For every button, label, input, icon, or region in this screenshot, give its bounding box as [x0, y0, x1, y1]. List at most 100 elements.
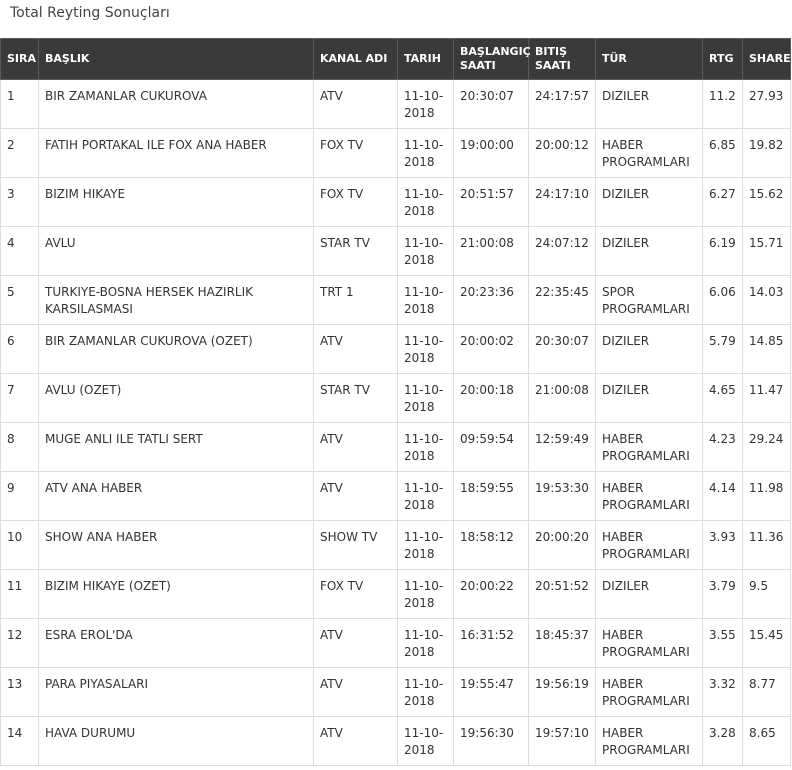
cell-channel: SHOW TV	[313, 520, 398, 570]
cell-rank: 6	[0, 324, 39, 374]
cell-start-time: 20:00:02	[453, 324, 529, 374]
cell-title: BIR ZAMANLAR CUKUROVA	[38, 79, 314, 129]
cell-date: 11-10-2018	[397, 716, 454, 766]
column-header-rtg[interactable]: RTG	[702, 38, 743, 80]
cell-share: 9.5	[742, 569, 791, 619]
cell-title: MUGE ANLI ILE TATLI SERT	[38, 422, 314, 472]
cell-genre: DIZILER	[595, 324, 703, 374]
cell-date: 11-10-2018	[397, 618, 454, 668]
cell-channel: ATV	[313, 422, 398, 472]
cell-title: AVLU	[38, 226, 314, 276]
cell-end-time: 21:00:08	[528, 373, 596, 423]
cell-channel: FOX TV	[313, 177, 398, 227]
table-row: 6 BIR ZAMANLAR CUKUROVA (OZET) ATV 11-10-20…	[0, 324, 791, 374]
cell-title: BIR ZAMANLAR CUKUROVA (OZET)	[38, 324, 314, 374]
table-row: 10 SHOW ANA HABER SHOW TV 11-10-2018 18:58:1…	[0, 520, 791, 570]
cell-start-time: 09:59:54	[453, 422, 529, 472]
cell-rank: 7	[0, 373, 39, 423]
cell-rank: 10	[0, 520, 39, 570]
column-header-genre[interactable]: TÜR	[595, 38, 703, 80]
cell-title: ATV ANA HABER	[38, 471, 314, 521]
cell-genre: DIZILER	[595, 373, 703, 423]
table-row: 7 AVLU (OZET) STAR TV 11-10-2018 20:00:18 21:…	[0, 373, 791, 423]
cell-genre: DIZILER	[595, 226, 703, 276]
cell-share: 14.03	[742, 275, 791, 325]
ratings-table: SIRA BAŞLIK KANAL ADI TARIH BAŞLANGIÇ SA…	[0, 38, 791, 766]
cell-rtg: 3.79	[702, 569, 743, 619]
column-header-end-time[interactable]: BITIŞ SAATI	[528, 38, 596, 80]
table-row: 12 ESRA EROL'DA ATV 11-10-2018 16:31:52 18:45…	[0, 618, 791, 668]
cell-rtg: 3.55	[702, 618, 743, 668]
cell-date: 11-10-2018	[397, 128, 454, 178]
cell-end-time: 20:51:52	[528, 569, 596, 619]
cell-channel: STAR TV	[313, 373, 398, 423]
cell-genre: HABER PROGRAMLARI	[595, 422, 703, 472]
cell-rank: 12	[0, 618, 39, 668]
cell-share: 14.85	[742, 324, 791, 374]
cell-channel: ATV	[313, 324, 398, 374]
cell-date: 11-10-2018	[397, 422, 454, 472]
cell-rtg: 3.93	[702, 520, 743, 570]
cell-rtg: 6.85	[702, 128, 743, 178]
cell-rtg: 4.23	[702, 422, 743, 472]
cell-rtg: 3.32	[702, 667, 743, 717]
cell-date: 11-10-2018	[397, 226, 454, 276]
cell-genre: HABER PROGRAMLARI	[595, 716, 703, 766]
cell-title: FATIH PORTAKAL ILE FOX ANA HABER	[38, 128, 314, 178]
cell-genre: DIZILER	[595, 177, 703, 227]
column-header-share[interactable]: SHARE	[742, 38, 791, 80]
cell-date: 11-10-2018	[397, 275, 454, 325]
cell-start-time: 18:58:12	[453, 520, 529, 570]
column-header-title[interactable]: BAŞLIK	[38, 38, 314, 80]
cell-share: 15.62	[742, 177, 791, 227]
cell-genre: HABER PROGRAMLARI	[595, 128, 703, 178]
cell-end-time: 22:35:45	[528, 275, 596, 325]
cell-rank: 5	[0, 275, 39, 325]
cell-rtg: 6.27	[702, 177, 743, 227]
cell-rank: 14	[0, 716, 39, 766]
cell-genre: HABER PROGRAMLARI	[595, 520, 703, 570]
cell-rank: 4	[0, 226, 39, 276]
cell-share: 27.93	[742, 79, 791, 129]
cell-channel: ATV	[313, 618, 398, 668]
column-header-rank[interactable]: SIRA	[0, 38, 39, 80]
column-header-date[interactable]: TARIH	[397, 38, 454, 80]
table-row: 13 PARA PIYASALARI ATV 11-10-2018 19:55:47 19…	[0, 667, 791, 717]
table-row: 14 HAVA DURUMU ATV 11-10-2018 19:56:30 19:57:…	[0, 716, 791, 766]
cell-channel: ATV	[313, 471, 398, 521]
column-header-channel[interactable]: KANAL ADI	[313, 38, 398, 80]
cell-rank: 1	[0, 79, 39, 129]
cell-end-time: 19:53:30	[528, 471, 596, 521]
table-row: 5 TURKIYE-BOSNA HERSEK HAZIRLIK KARSILASM…	[0, 275, 791, 325]
cell-rtg: 11.2	[702, 79, 743, 129]
column-header-start-time[interactable]: BAŞLANGIÇ SAATI	[453, 38, 531, 80]
cell-start-time: 16:31:52	[453, 618, 529, 668]
table-row: 2 FATIH PORTAKAL ILE FOX ANA HABER FOX TV 1…	[0, 128, 791, 178]
cell-end-time: 24:17:57	[528, 79, 596, 129]
cell-share: 11.47	[742, 373, 791, 423]
table-row: 9 ATV ANA HABER ATV 11-10-2018 18:59:55 19:53…	[0, 471, 791, 521]
cell-rtg: 6.06	[702, 275, 743, 325]
cell-share: 11.36	[742, 520, 791, 570]
cell-share: 19.82	[742, 128, 791, 178]
cell-start-time: 20:00:22	[453, 569, 529, 619]
cell-title: AVLU (OZET)	[38, 373, 314, 423]
cell-genre: DIZILER	[595, 569, 703, 619]
table-row: 8 MUGE ANLI ILE TATLI SERT ATV 11-10-2018 09…	[0, 422, 791, 472]
cell-title: PARA PIYASALARI	[38, 667, 314, 717]
cell-end-time: 24:07:12	[528, 226, 596, 276]
cell-rank: 2	[0, 128, 39, 178]
cell-genre: HABER PROGRAMLARI	[595, 618, 703, 668]
cell-genre: DIZILER	[595, 79, 703, 129]
cell-channel: ATV	[313, 79, 398, 129]
cell-share: 8.65	[742, 716, 791, 766]
cell-date: 11-10-2018	[397, 324, 454, 374]
cell-start-time: 18:59:55	[453, 471, 529, 521]
cell-channel: FOX TV	[313, 128, 398, 178]
cell-date: 11-10-2018	[397, 520, 454, 570]
cell-end-time: 20:00:20	[528, 520, 596, 570]
cell-channel: FOX TV	[313, 569, 398, 619]
cell-start-time: 20:51:57	[453, 177, 529, 227]
page-title: Total Reyting Sonuçları	[10, 5, 170, 21]
cell-genre: SPOR PROGRAMLARI	[595, 275, 703, 325]
